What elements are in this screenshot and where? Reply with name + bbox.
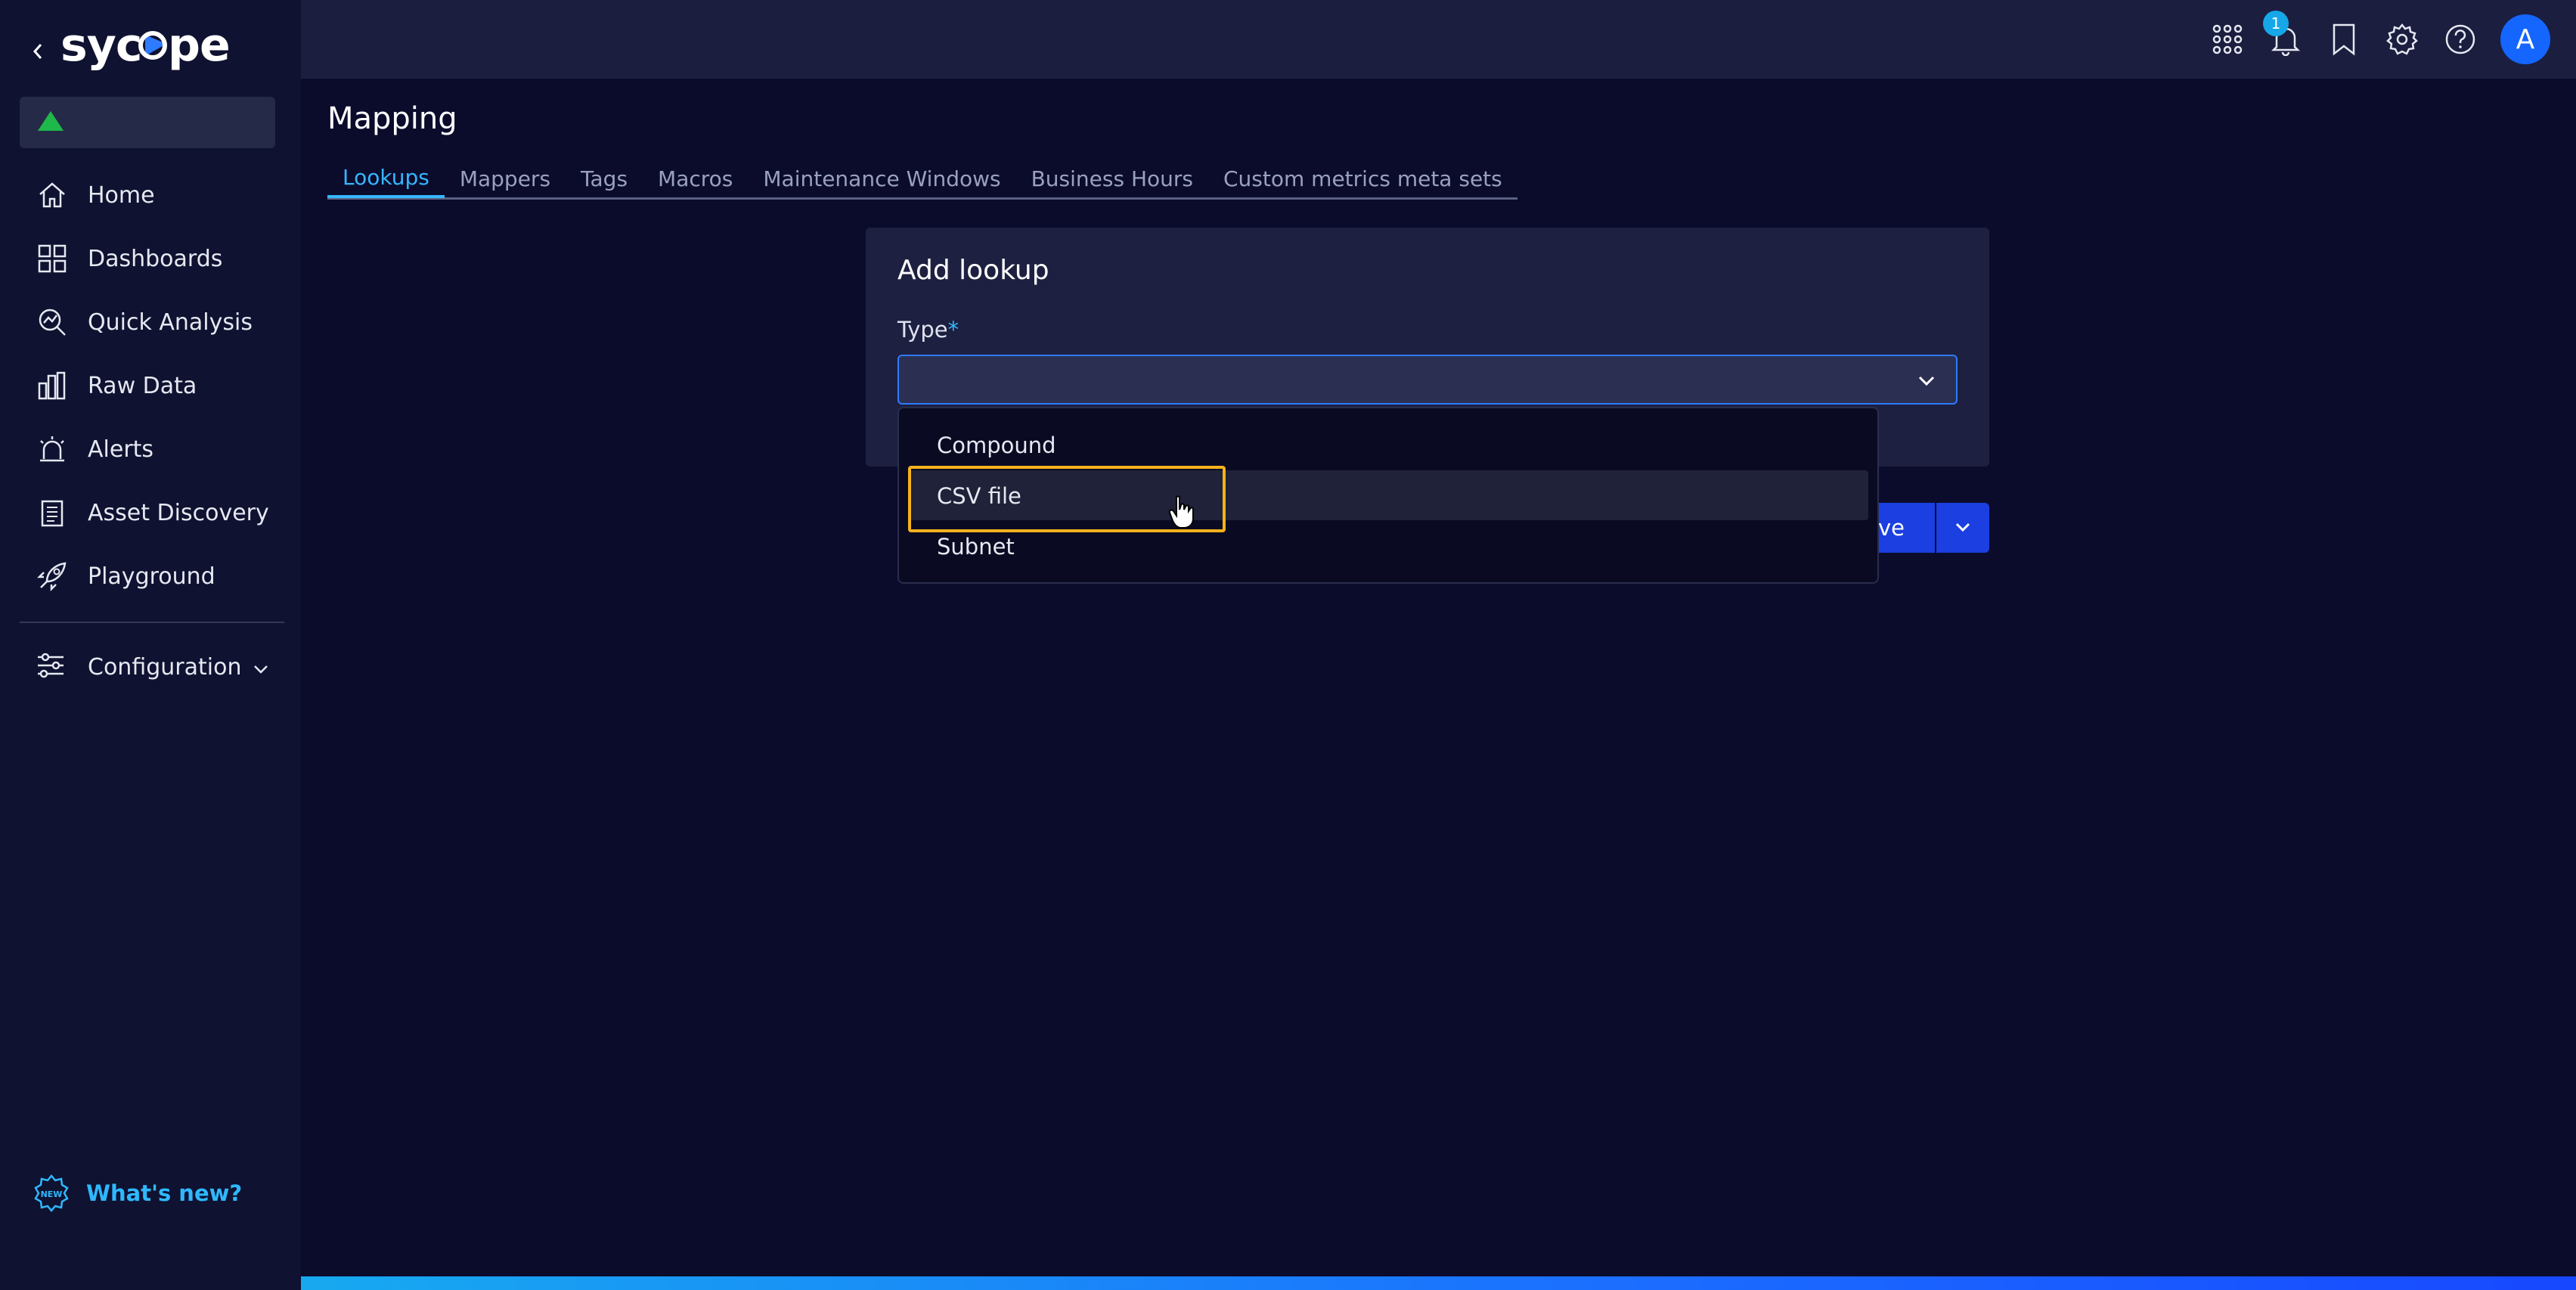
- top-bar-actions: 1 A: [2187, 0, 2576, 79]
- type-dropdown-menu: Compound CSV file Subnet: [897, 407, 1879, 584]
- system-status-box[interactable]: [20, 97, 275, 148]
- sidebar-divider: [20, 622, 284, 623]
- clipboard-icon: [35, 495, 70, 530]
- apps-grid-icon[interactable]: [2209, 21, 2246, 57]
- svg-text:syc: syc: [60, 21, 141, 72]
- sidebar-item-label: Playground: [88, 563, 215, 590]
- tab-mappers[interactable]: Mappers: [445, 159, 566, 198]
- sidebar-item-playground[interactable]: Playground: [20, 544, 284, 608]
- sycope-logo[interactable]: syc pe: [60, 19, 242, 82]
- home-icon: [35, 178, 70, 212]
- sidebar-item-asset-discovery[interactable]: Asset Discovery: [20, 481, 284, 544]
- chevron-down-icon: [1954, 521, 1971, 535]
- sidebar-item-raw-data[interactable]: Raw Data: [20, 354, 284, 417]
- sidebar-item-configuration[interactable]: Configuration: [35, 635, 269, 699]
- option-subnet[interactable]: Subnet: [937, 534, 1015, 560]
- sidebar-item-dashboards[interactable]: Dashboards: [20, 227, 284, 290]
- dashboard-grid-icon: [35, 241, 70, 276]
- option-compound[interactable]: Compound: [937, 433, 1056, 458]
- svg-text:NEW: NEW: [41, 1189, 63, 1199]
- card-title: Add lookup: [897, 255, 1049, 286]
- tab-maintenance-windows[interactable]: Maintenance Windows: [748, 159, 1015, 198]
- hand-cursor-icon: [1167, 495, 1198, 531]
- bottom-progress-bar: [301, 1276, 2576, 1290]
- logo-row: syc pe: [32, 19, 242, 82]
- type-select[interactable]: [897, 355, 1958, 405]
- tab-lookups[interactable]: Lookups: [327, 159, 445, 198]
- new-badge-icon: NEW: [32, 1174, 71, 1213]
- chevron-down-icon[interactable]: [1915, 370, 1938, 392]
- help-icon[interactable]: [2442, 21, 2478, 57]
- type-label-text: Type: [897, 317, 948, 343]
- sidebar-item-label: Alerts: [88, 436, 154, 463]
- bell-icon[interactable]: 1: [2263, 11, 2304, 57]
- sidebar-item-label: Dashboards: [88, 245, 223, 272]
- sidebar-item-label: Raw Data: [88, 372, 197, 399]
- chevron-down-icon[interactable]: [253, 654, 269, 681]
- quick-analysis-icon: [35, 305, 70, 340]
- sidebar-item-quick-analysis[interactable]: Quick Analysis: [20, 290, 284, 354]
- sidebar-nav: Home Dashboards Quick Analysis Raw Data …: [20, 163, 284, 608]
- sidebar-item-label: Asset Discovery: [88, 499, 269, 526]
- sidebar-item-label: Quick Analysis: [88, 309, 253, 336]
- whats-new-label: What's new?: [86, 1180, 243, 1206]
- mapping-tabs: Lookups Mappers Tags Macros Maintenance …: [327, 159, 1517, 200]
- alarm-icon: [35, 432, 70, 467]
- page-title: Mapping: [327, 101, 457, 136]
- tab-business-hours[interactable]: Business Hours: [1016, 159, 1208, 198]
- notification-count-badge: 1: [2263, 11, 2289, 36]
- sidebar-item-alerts[interactable]: Alerts: [20, 417, 284, 481]
- sidebar-item-label: Home: [88, 181, 155, 209]
- gear-icon[interactable]: [2384, 21, 2420, 57]
- tab-macros[interactable]: Macros: [643, 159, 748, 198]
- svg-text:pe: pe: [168, 21, 230, 72]
- top-bar: 1 A: [301, 0, 2576, 79]
- sidebar-item-home[interactable]: Home: [20, 163, 284, 227]
- save-options-button[interactable]: [1936, 503, 1989, 553]
- tab-tags[interactable]: Tags: [566, 159, 643, 198]
- tab-custom-metrics-meta-sets[interactable]: Custom metrics meta sets: [1208, 159, 1517, 198]
- green-triangle-icon: [36, 110, 65, 135]
- user-avatar[interactable]: A: [2500, 14, 2550, 64]
- back-chevron-icon[interactable]: [32, 36, 50, 67]
- bar-chart-icon: [35, 368, 70, 403]
- rocket-icon: [35, 559, 70, 594]
- sliders-icon: [35, 650, 70, 684]
- sidebar-item-label: Configuration: [88, 653, 242, 681]
- type-field-label: Type*: [897, 317, 959, 343]
- sidebar: syc pe Home Dashboards Quick Analysis Ra…: [0, 0, 301, 1290]
- whats-new-link[interactable]: NEW What's new?: [32, 1174, 242, 1213]
- required-marker: *: [947, 317, 959, 343]
- bookmark-icon[interactable]: [2326, 21, 2362, 57]
